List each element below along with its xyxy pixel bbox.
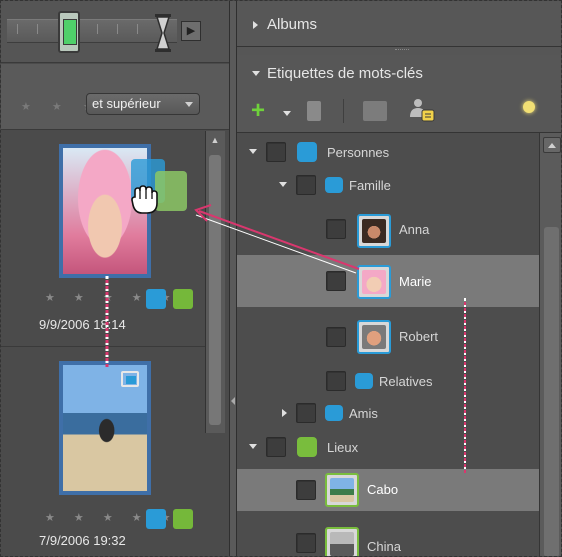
scroll-up-icon[interactable]: ▲ — [208, 133, 222, 147]
grid-divider — [1, 346, 205, 347]
keyword-tags-title: Etiquettes de mots-clés — [267, 65, 423, 82]
expand-arrow-icon — [253, 21, 258, 29]
tree-item-label: Cabo — [367, 482, 399, 497]
tree-item-label: Anna — [399, 222, 430, 237]
china-photo-icon — [325, 527, 359, 556]
tree-item-china[interactable]: China — [237, 527, 539, 556]
timeline-next-button[interactable]: ▶ — [181, 21, 201, 41]
tree-item-label: Marie — [399, 274, 432, 289]
tag-checkbox[interactable] — [266, 142, 286, 162]
tree-item-robert[interactable]: Robert — [237, 317, 539, 357]
tree-item-amis[interactable]: Amis — [237, 399, 539, 427]
timeline-slider-thumb[interactable] — [58, 11, 80, 53]
grab-hand-icon — [131, 185, 158, 214]
scroll-up-icon[interactable] — [543, 137, 561, 153]
tree-item-label: China — [367, 539, 401, 554]
tag-checkbox[interactable] — [326, 327, 346, 347]
albums-panel-header[interactable]: Albums — [237, 1, 561, 47]
tree-item-personnes[interactable]: Personnes — [237, 138, 539, 166]
photo-date: 9/9/2006 18:14 — [39, 317, 126, 332]
tag-checkbox[interactable] — [326, 371, 346, 391]
people-tag-icon — [325, 177, 343, 193]
tree-item-label: Relatives — [379, 374, 433, 389]
rating-filter-value: et supérieur — [92, 96, 161, 111]
pane-splitter[interactable] — [229, 1, 237, 556]
collapse-arrow-icon[interactable] — [231, 397, 235, 405]
cabo-photo-icon — [325, 473, 359, 507]
lightbulb-icon[interactable] — [523, 101, 535, 113]
tags-toolbar: + — [237, 91, 561, 133]
place-tag-icon — [173, 289, 193, 309]
stack-icon[interactable] — [121, 371, 139, 387]
chevron-down-icon — [185, 102, 193, 107]
edit-tag-icon[interactable] — [363, 101, 387, 121]
tag-checkbox[interactable] — [326, 271, 346, 291]
tree-item-label: Robert — [399, 329, 439, 344]
albums-title: Albums — [267, 16, 318, 33]
tag-checkbox[interactable] — [266, 437, 286, 457]
tree-item-label: Amis — [349, 406, 378, 421]
keyword-tag-tree: Personnes Famille Anna Marie Robert Rela… — [237, 133, 539, 556]
people-tag-icon — [355, 373, 373, 389]
chevron-down-icon[interactable] — [283, 111, 291, 116]
keyword-tags-header[interactable]: Etiquettes de mots-clés — [237, 55, 561, 91]
tree-item-lieux[interactable]: Lieux — [237, 433, 539, 461]
people-recognition-icon[interactable] — [407, 97, 437, 123]
people-tag-icon — [146, 509, 166, 529]
tag-checkbox[interactable] — [296, 533, 316, 553]
tree-item-cabo[interactable]: Cabo — [237, 469, 539, 511]
photo-date: 7/9/2006 19:32 — [39, 533, 126, 548]
add-tag-icon[interactable]: + — [251, 99, 265, 123]
panel-grip[interactable] — [395, 49, 409, 52]
people-tag-icon — [325, 405, 343, 421]
tree-item-famille[interactable]: Famille — [237, 171, 539, 199]
organizer-window: ▶ ★ ★ ★ et supérieur ★ ★ ★ ★ ★ 9/9/2006 … — [0, 0, 562, 557]
tag-checkbox[interactable] — [296, 175, 316, 195]
rating-filter-bar: ★ ★ ★ et supérieur — [1, 64, 229, 130]
timeline-bar: ▶ — [1, 1, 229, 63]
collapse-arrow-icon[interactable] — [249, 149, 257, 154]
timeline-track[interactable] — [7, 19, 177, 43]
tag-tree-scrollbar[interactable] — [539, 133, 561, 556]
media-browser-pane: ▶ ★ ★ ★ et supérieur ★ ★ ★ ★ ★ 9/9/2006 … — [1, 1, 229, 556]
tag-checkbox[interactable] — [296, 403, 316, 423]
tag-checkbox[interactable] — [296, 480, 316, 500]
toolbar-divider — [343, 99, 344, 123]
tag-checkbox[interactable] — [326, 219, 346, 239]
tree-item-label: Personnes — [327, 145, 390, 160]
places-category-icon — [297, 437, 317, 457]
collapse-arrow-icon — [252, 71, 260, 76]
tree-item-anna[interactable]: Anna — [237, 214, 539, 248]
rating-filter-select[interactable]: et supérieur — [86, 93, 200, 115]
tree-item-marie[interactable]: Marie — [237, 255, 539, 307]
people-category-icon — [297, 142, 317, 162]
scrollbar-thumb[interactable] — [209, 155, 221, 425]
collapse-arrow-icon[interactable] — [279, 182, 287, 187]
media-grid-scrollbar[interactable]: ▲ — [205, 131, 225, 433]
expand-arrow-icon[interactable] — [282, 409, 287, 417]
collapse-arrow-icon[interactable] — [249, 444, 257, 449]
tree-item-label: Lieux — [327, 440, 359, 455]
people-tag-icon — [146, 289, 166, 309]
marie-face-icon — [357, 265, 391, 299]
anna-face-icon — [357, 214, 391, 248]
scrollbar-thumb[interactable] — [544, 227, 559, 556]
tree-item-relatives[interactable]: Relatives — [237, 367, 539, 395]
tags-panel: Albums Etiquettes de mots-clés + Personn… — [237, 1, 561, 556]
hourglass-icon[interactable] — [153, 13, 173, 53]
tree-item-label: Famille — [349, 178, 391, 193]
trash-icon[interactable] — [307, 101, 321, 121]
place-tag-icon — [173, 509, 193, 529]
robert-face-icon — [357, 320, 391, 354]
